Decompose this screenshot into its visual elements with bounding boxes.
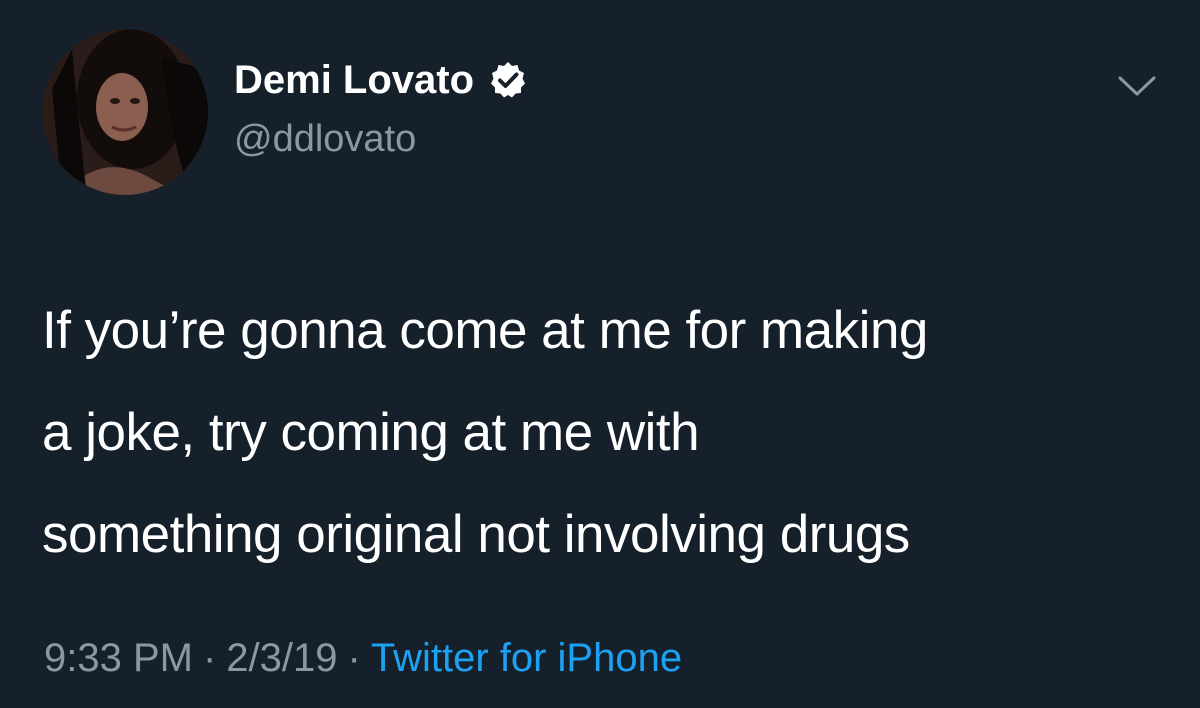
avatar[interactable] xyxy=(42,29,208,195)
tweet-text-line: something original not involving drugs xyxy=(42,505,910,564)
display-name[interactable]: Demi Lovato xyxy=(234,56,528,104)
chevron-down-icon[interactable] xyxy=(1116,72,1158,100)
user-handle[interactable]: @ddlovato xyxy=(234,116,416,162)
meta-separator: · xyxy=(347,636,361,680)
tweet-text-line: a joke, try coming at me with xyxy=(42,403,700,462)
meta-separator: · xyxy=(202,636,217,680)
tweet-meta: 9:33 PM · 2/3/19 · Twitter for iPhone xyxy=(44,630,682,686)
display-name-text: Demi Lovato xyxy=(234,58,475,102)
tweet-date[interactable]: 2/3/19 xyxy=(226,636,337,680)
verified-badge-icon xyxy=(488,60,528,100)
tweet-source-link[interactable]: Twitter for iPhone xyxy=(371,636,682,680)
tweet-text: If you’re gonna come at me for making a … xyxy=(42,280,1162,586)
tweet-text-line: If you’re gonna come at me for making xyxy=(42,301,928,360)
tweet-time[interactable]: 9:33 PM xyxy=(44,636,193,680)
tweet-card: Demi Lovato @ddlovato If you’re gonna co… xyxy=(0,0,1200,708)
